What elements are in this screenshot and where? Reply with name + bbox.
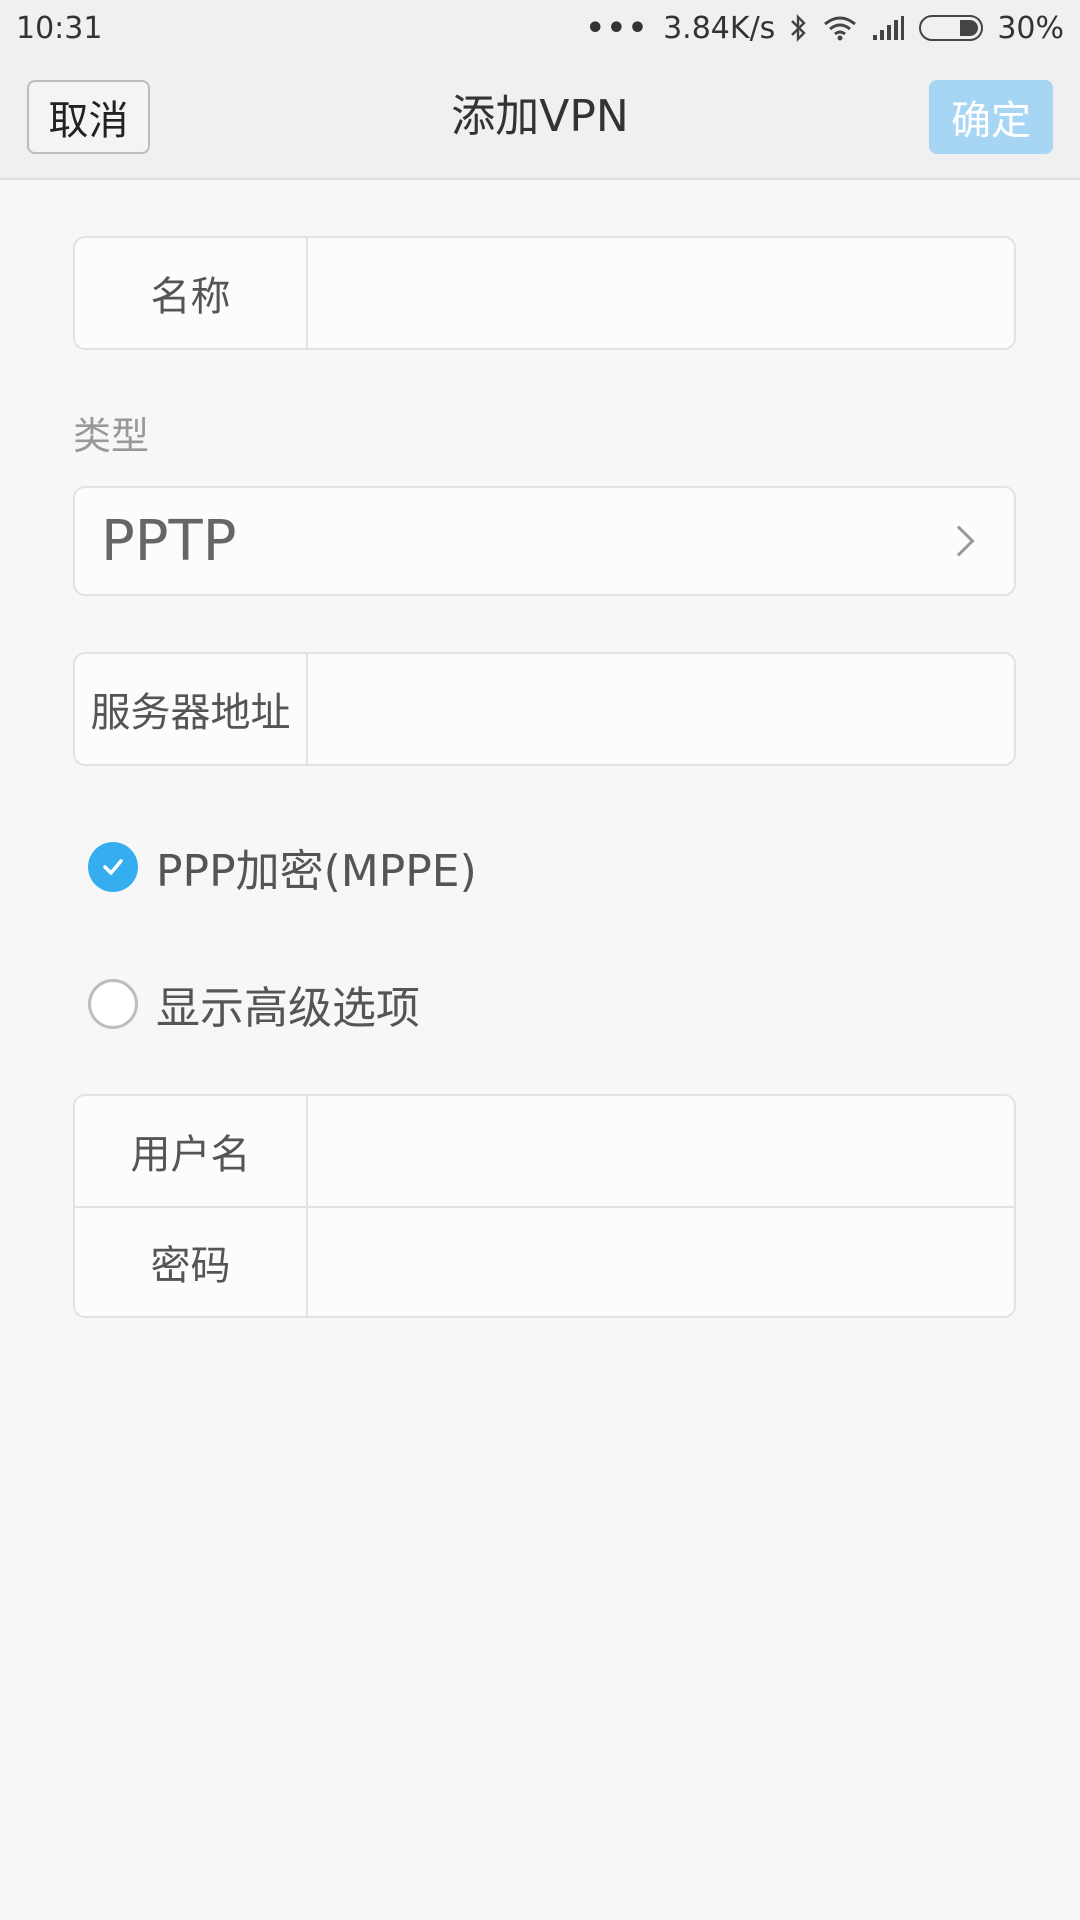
server-card: 服务器地址 [73, 652, 1016, 766]
status-bar: 10:31 ••• 3.84K/s 30% [0, 0, 1080, 56]
credentials-card: 用户名 密码 [73, 1094, 1016, 1318]
password-label: 密码 [75, 1208, 308, 1316]
ppp-encryption-checkbox[interactable] [88, 842, 138, 892]
status-icons: ••• 3.84K/s 30% [586, 11, 1064, 46]
name-input[interactable] [308, 238, 1014, 348]
status-time: 10:31 [16, 10, 103, 46]
page-title: 添加VPN [451, 91, 629, 142]
vpn-type-select[interactable]: PPTP [73, 486, 1016, 596]
checkmark-icon [103, 859, 123, 875]
bluetooth-icon [789, 14, 809, 42]
ppp-encryption-label: PPP加密(MPPE) [156, 846, 477, 897]
nav-bar: 取消 添加VPN 确定 [0, 56, 1080, 180]
advanced-options-checkbox[interactable] [88, 979, 138, 1029]
ppp-encryption-option[interactable]: PPP加密(MPPE) [88, 835, 477, 899]
advanced-options-option[interactable]: 显示高级选项 [88, 972, 420, 1036]
name-card: 名称 [73, 236, 1016, 350]
server-label: 服务器地址 [75, 654, 308, 764]
username-label: 用户名 [75, 1096, 308, 1206]
type-section-label: 类型 [73, 414, 150, 458]
username-row: 用户名 [75, 1096, 1014, 1206]
server-row: 服务器地址 [75, 654, 1014, 764]
chevron-right-icon [943, 525, 975, 557]
password-row: 密码 [75, 1206, 1014, 1316]
battery-percent: 30% [997, 10, 1064, 46]
wifi-icon [823, 15, 857, 41]
vpn-type-value: PPTP [101, 508, 237, 574]
signal-icon [871, 15, 905, 41]
name-label: 名称 [75, 238, 308, 348]
confirm-button[interactable]: 确定 [929, 80, 1053, 154]
server-input[interactable] [308, 654, 1014, 764]
network-speed: 3.84K/s [663, 10, 776, 46]
advanced-options-label: 显示高级选项 [156, 983, 420, 1034]
battery-icon [919, 15, 984, 41]
name-row: 名称 [75, 238, 1014, 348]
username-input[interactable] [308, 1096, 1014, 1206]
more-dots-icon: ••• [585, 10, 650, 46]
password-input[interactable] [308, 1208, 1014, 1316]
